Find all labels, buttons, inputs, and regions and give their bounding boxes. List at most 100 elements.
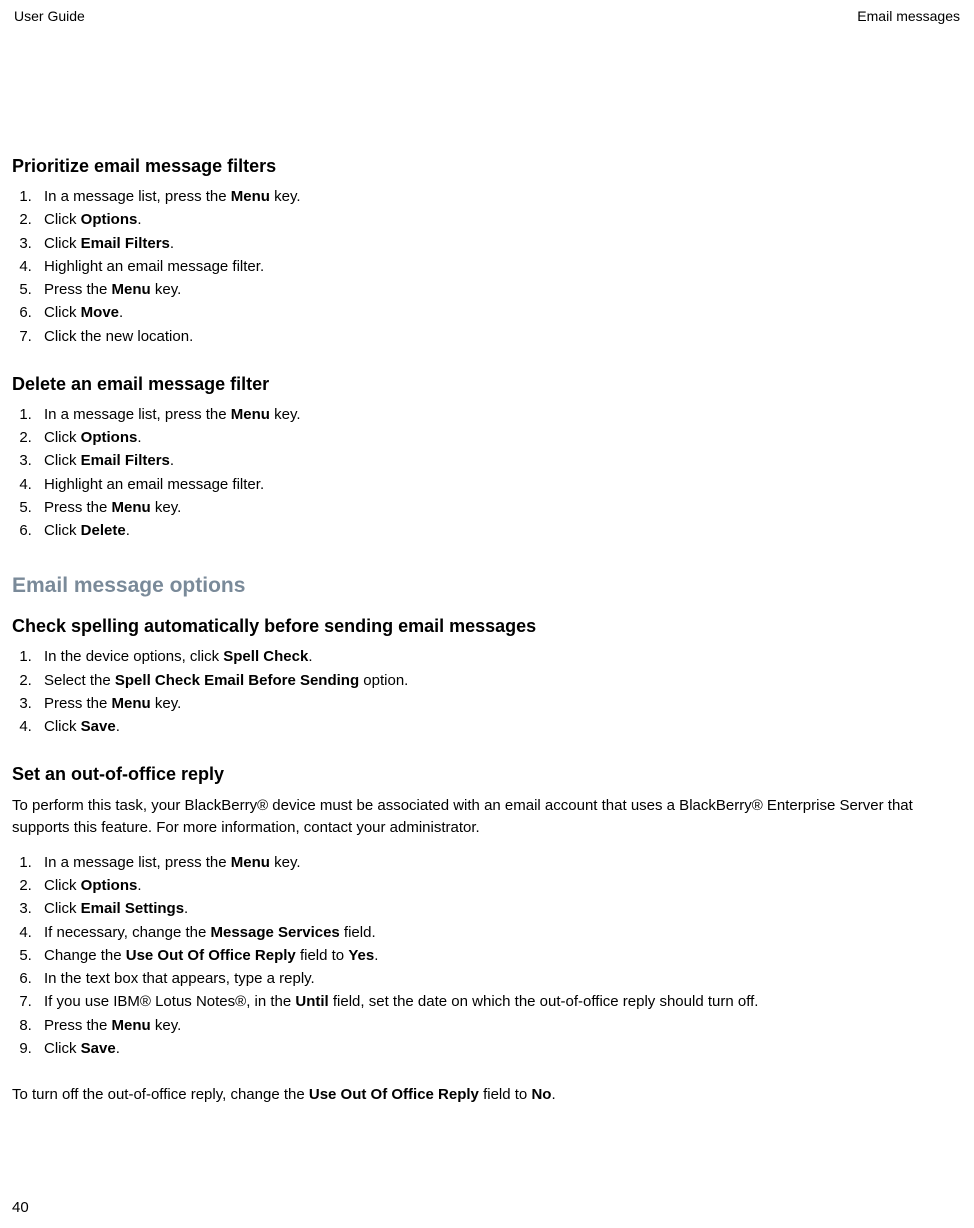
step-text: field, set the date on which the out-of-… — [329, 993, 759, 1010]
term-menu: Menu — [231, 188, 270, 205]
header-left: User Guide — [14, 8, 85, 24]
step-text: Click — [44, 877, 81, 894]
steps-prioritize: In a message list, press the Menu key. C… — [12, 185, 962, 348]
page-number: 40 — [12, 1199, 29, 1216]
step-text: Click — [44, 211, 81, 228]
term-menu: Menu — [231, 406, 270, 423]
step-item: In a message list, press the Menu key. — [36, 403, 962, 426]
step-item: Click Options. — [36, 874, 962, 897]
term-save: Save — [81, 1040, 116, 1057]
step-text: Press the — [44, 1017, 112, 1034]
step-text: . — [116, 1040, 120, 1057]
step-item: Select the Spell Check Email Before Send… — [36, 669, 962, 692]
step-text: . — [184, 900, 188, 917]
steps-ooo: In a message list, press the Menu key. C… — [12, 851, 962, 1060]
step-item: Highlight an email message filter. — [36, 255, 962, 278]
step-text: . — [119, 304, 123, 321]
term-options: Options — [81, 211, 138, 228]
term-until: Until — [295, 993, 328, 1010]
step-item: Press the Menu key. — [36, 496, 962, 519]
step-text: key. — [270, 854, 301, 871]
term-email-filters: Email Filters — [81, 452, 170, 469]
section-delete-filter: Delete an email message filter In a mess… — [12, 374, 962, 543]
term-menu: Menu — [112, 281, 151, 298]
step-text: Click — [44, 522, 81, 539]
header-right: Email messages — [857, 8, 960, 24]
step-text: . — [137, 877, 141, 894]
term-spell-check-before-sending: Spell Check Email Before Sending — [115, 672, 359, 689]
step-item: In a message list, press the Menu key. — [36, 851, 962, 874]
step-text: . — [126, 522, 130, 539]
step-item: Change the Use Out Of Office Reply field… — [36, 944, 962, 967]
step-text: key. — [151, 695, 182, 712]
term-menu: Menu — [112, 695, 151, 712]
step-item: Press the Menu key. — [36, 278, 962, 301]
term-use-ooo-reply: Use Out Of Office Reply — [126, 947, 296, 964]
step-text: key. — [151, 1017, 182, 1034]
step-text: In a message list, press the — [44, 188, 231, 205]
step-text: key. — [270, 188, 301, 205]
page: User Guide Email messages Prioritize ema… — [0, 0, 974, 1228]
step-text: Press the — [44, 499, 112, 516]
term-move: Move — [81, 304, 119, 321]
step-text: Click — [44, 235, 81, 252]
term-email-settings: Email Settings — [81, 900, 184, 917]
term-use-ooo-reply: Use Out Of Office Reply — [309, 1086, 479, 1103]
step-item: Click Options. — [36, 208, 962, 231]
step-item: In the device options, click Spell Check… — [36, 645, 962, 668]
step-text: . — [551, 1086, 555, 1103]
step-text: . — [170, 452, 174, 469]
step-text: In the text box that appears, type a rep… — [44, 970, 315, 987]
step-text: option. — [359, 672, 408, 689]
section-title-spellcheck: Check spelling automatically before send… — [12, 616, 962, 637]
step-item: Click Save. — [36, 1037, 962, 1060]
step-text: . — [116, 718, 120, 735]
step-text: Change the — [44, 947, 126, 964]
step-item: Click Delete. — [36, 519, 962, 542]
step-item: Highlight an email message filter. — [36, 473, 962, 496]
step-text: field to — [296, 947, 349, 964]
step-text: . — [137, 211, 141, 228]
step-text: Highlight an email message filter. — [44, 476, 264, 493]
step-item: Click the new location. — [36, 325, 962, 348]
term-menu: Menu — [112, 1017, 151, 1034]
page-content: Prioritize email message filters In a me… — [12, 24, 962, 1106]
term-spell-check: Spell Check — [223, 648, 308, 665]
section-out-of-office: Set an out-of-office reply To perform th… — [12, 764, 962, 1106]
section-title-ooo: Set an out-of-office reply — [12, 764, 962, 785]
step-text: Select the — [44, 672, 115, 689]
step-text: field to — [479, 1086, 532, 1103]
step-text: . — [308, 648, 312, 665]
step-text: Click — [44, 718, 81, 735]
step-text: Click — [44, 304, 81, 321]
step-item: In the text box that appears, type a rep… — [36, 967, 962, 990]
step-text: key. — [270, 406, 301, 423]
step-text: Highlight an email message filter. — [44, 258, 264, 275]
step-text: Click — [44, 429, 81, 446]
step-text: Click — [44, 900, 81, 917]
step-item: If necessary, change the Message Service… — [36, 921, 962, 944]
step-text: key. — [151, 499, 182, 516]
major-title-email-options: Email message options — [12, 574, 962, 598]
step-text: field. — [340, 924, 376, 941]
step-text: Click — [44, 1040, 81, 1057]
term-no: No — [531, 1086, 551, 1103]
step-item: Click Save. — [36, 715, 962, 738]
step-item: Click Email Filters. — [36, 449, 962, 472]
step-text: Click — [44, 452, 81, 469]
step-text: In a message list, press the — [44, 854, 231, 871]
step-text: Click the new location. — [44, 328, 193, 345]
step-text: . — [170, 235, 174, 252]
term-menu: Menu — [112, 499, 151, 516]
term-message-services: Message Services — [211, 924, 340, 941]
term-delete: Delete — [81, 522, 126, 539]
term-options: Options — [81, 429, 138, 446]
term-save: Save — [81, 718, 116, 735]
term-options: Options — [81, 877, 138, 894]
step-item: Press the Menu key. — [36, 692, 962, 715]
step-item: Click Email Settings. — [36, 897, 962, 920]
steps-delete-filter: In a message list, press the Menu key. C… — [12, 403, 962, 543]
step-text: Press the — [44, 281, 112, 298]
step-text: If you use IBM® Lotus Notes®, in the — [44, 993, 295, 1010]
step-item: Press the Menu key. — [36, 1014, 962, 1037]
